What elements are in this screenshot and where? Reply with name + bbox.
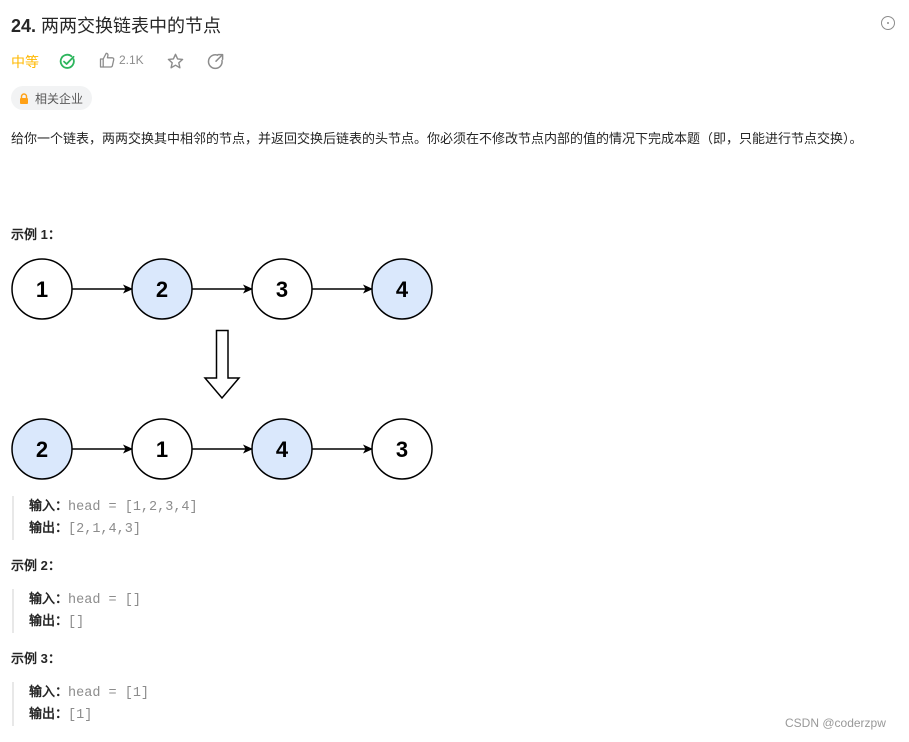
example-3-input: 输入：head = [1] — [29, 682, 149, 704]
solved-status — [59, 53, 76, 75]
example-3-io: 输入：head = [1] 输出：[1] — [12, 682, 149, 726]
example-2-input: 输入：head = [] — [29, 589, 141, 611]
problem-number: 24. — [11, 16, 37, 36]
example-1-heading: 示例 1： — [11, 227, 61, 242]
after-node-value: 1 — [156, 437, 168, 462]
star-icon — [167, 53, 184, 69]
difficulty-badge: 中等 — [11, 54, 39, 70]
transform-down-arrow — [203, 329, 241, 400]
example-2-heading: 示例 2： — [11, 558, 61, 573]
example-1-diagram: 1 2 3 4 2 1 4 3 — [11, 258, 433, 480]
before-node-value: 1 — [36, 277, 48, 302]
watermark: CSDN @coderzpw — [785, 716, 886, 730]
more-options-button[interactable] — [881, 16, 895, 30]
after-node-value: 2 — [36, 437, 48, 462]
example-2-output: 输出：[] — [29, 611, 141, 633]
after-node-value: 3 — [396, 437, 408, 462]
output-value: [2,1,4,3] — [68, 522, 141, 537]
share-button[interactable] — [207, 53, 224, 75]
input-value: head = [1,2,3,4] — [68, 500, 198, 515]
output-label: 输出： — [29, 706, 69, 721]
output-label: 输出： — [29, 520, 69, 535]
like-button[interactable]: 2.1K — [99, 52, 144, 68]
lock-icon — [20, 92, 28, 104]
like-count: 2.1K — [119, 53, 144, 67]
input-value: head = [1] — [68, 686, 150, 701]
problem-title: 24. 两两交换链表中的节点 — [11, 12, 221, 38]
thumbs-up-icon — [99, 52, 115, 68]
example-1-input: 输入：head = [1,2,3,4] — [29, 496, 198, 518]
favorite-button[interactable] — [167, 53, 184, 75]
example-3-heading: 示例 3： — [11, 651, 61, 666]
example-2-io: 输入：head = [] 输出：[] — [12, 589, 141, 633]
output-value: [] — [68, 615, 85, 630]
example-1-io: 输入：head = [1,2,3,4] 输出：[2,1,4,3] — [12, 496, 198, 540]
problem-description: 给你一个链表，两两交换其中相邻的节点，并返回交换后链表的头节点。你必须在不修改节… — [11, 131, 863, 146]
output-value: [1] — [68, 708, 93, 723]
before-node-value: 4 — [396, 277, 409, 302]
input-label: 输入： — [29, 684, 69, 699]
example-1-output: 输出：[2,1,4,3] — [29, 518, 198, 540]
before-node-value: 3 — [276, 277, 288, 302]
before-list: 1 2 3 4 — [11, 258, 433, 320]
related-companies-label: 相关企业 — [35, 91, 84, 106]
share-icon — [207, 53, 224, 70]
related-companies-tag[interactable]: 相关企业 — [11, 86, 93, 110]
after-node-value: 4 — [276, 437, 289, 462]
example-3-output: 输出：[1] — [29, 704, 149, 726]
check-circle-icon — [59, 53, 75, 69]
more-horizontal-circle-icon — [887, 22, 889, 24]
input-label: 输入： — [29, 591, 69, 606]
input-value: head = [] — [68, 593, 141, 608]
problem-title-text: 两两交换链表中的节点 — [41, 16, 222, 36]
input-label: 输入： — [29, 498, 69, 513]
before-node-value: 2 — [156, 277, 168, 302]
output-label: 输出： — [29, 613, 69, 628]
after-list: 2 1 4 3 — [11, 418, 433, 480]
